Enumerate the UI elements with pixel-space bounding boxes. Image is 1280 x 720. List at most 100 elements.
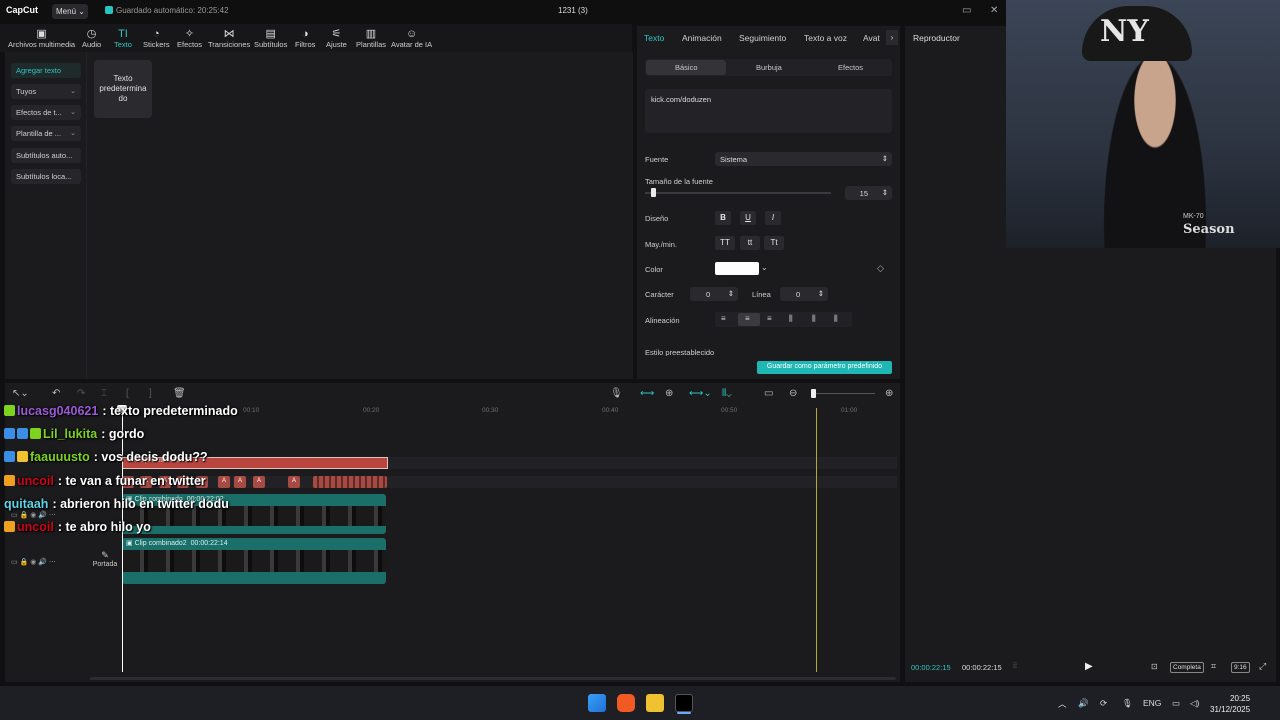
keyframe-icon[interactable]: ◇: [877, 263, 884, 274]
font-size-slider-thumb[interactable]: [651, 188, 656, 197]
file-explorer-icon[interactable]: [646, 694, 664, 712]
subtab-basic[interactable]: Básico: [675, 63, 698, 72]
network-icon[interactable]: ▭: [1172, 698, 1180, 709]
toolbar-ai-avatar[interactable]: ☺ Avatar de IA: [391, 28, 432, 49]
tab-text[interactable]: Texto: [644, 33, 664, 43]
zoom-out-icon[interactable]: ⊖: [789, 388, 797, 399]
italic-button[interactable]: I: [765, 211, 781, 225]
toolbar-subtitles[interactable]: ▤ Subtítulos: [254, 28, 287, 49]
play-icon[interactable]: ▶: [1085, 661, 1093, 672]
toolbar-audio[interactable]: ◷ Audio: [82, 28, 101, 49]
caption-icon[interactable]: ▭: [764, 388, 773, 399]
font-size-slider[interactable]: [645, 192, 831, 194]
sync-icon[interactable]: ⟳: [1100, 698, 1107, 709]
full-quality-button[interactable]: Completa: [1170, 662, 1204, 673]
undo-icon[interactable]: ↶: [52, 388, 60, 399]
crop-icon[interactable]: ⊡: [1151, 662, 1158, 671]
chevron-up-icon[interactable]: ︿: [1058, 698, 1067, 710]
layout-icon[interactable]: ▭: [962, 5, 971, 16]
menu-button[interactable]: Menú ⌄: [52, 4, 88, 19]
default-text-card[interactable]: Texto predetermina do: [94, 60, 152, 118]
nav-text-templates[interactable]: Plantilla de ... ⌄: [11, 126, 81, 141]
chevron-right-icon[interactable]: ›: [886, 30, 898, 45]
nav-text-effects[interactable]: Efectos de t... ⌄: [11, 105, 81, 120]
capcut-taskbar-icon[interactable]: [675, 694, 693, 712]
align-right-icon[interactable]: ≡: [767, 314, 772, 323]
bold-button[interactable]: B: [715, 211, 731, 225]
lowercase-button[interactable]: tt: [740, 236, 760, 250]
tab-avatar[interactable]: Avat: [863, 33, 880, 43]
tab-tracking[interactable]: Seguimiento: [739, 33, 786, 43]
snap-icon[interactable]: ⟷⌄: [689, 388, 712, 399]
vertical-align-bottom-icon[interactable]: ⫼: [834, 314, 838, 324]
vertical-align-top-icon[interactable]: ⫼: [789, 314, 793, 324]
nav-yours[interactable]: Tuyos ⌄: [11, 84, 81, 99]
subtab-effects[interactable]: Efectos: [838, 63, 863, 72]
split-icon[interactable]: ⌶: [101, 388, 107, 399]
cover-button[interactable]: ✎ Portada: [91, 550, 119, 576]
toolbar-templates[interactable]: ▥ Plantillas: [356, 28, 386, 49]
split-right-icon[interactable]: ]: [149, 388, 152, 399]
effect-clip[interactable]: A: [234, 476, 246, 488]
line-spacing-input[interactable]: 0 ⇕: [780, 287, 828, 301]
nav-local-captions[interactable]: Subtítulos loca...: [11, 169, 81, 184]
align-left-icon[interactable]: ≡: [721, 314, 726, 323]
font-size-input[interactable]: 15 ⇕: [845, 186, 892, 200]
titlecase-button[interactable]: Tt: [764, 236, 784, 250]
underline-button[interactable]: U: [740, 211, 756, 225]
zoom-in-icon[interactable]: ⊕: [885, 388, 893, 399]
link-icon[interactable]: ⟷: [640, 388, 654, 399]
select-tool-icon[interactable]: ↖⌄: [12, 388, 29, 399]
toolbar-transitions[interactable]: ⋈ Transiciones: [208, 28, 250, 49]
preview-axis-icon[interactable]: ⫴⌄: [722, 388, 732, 399]
tab-animation[interactable]: Animación: [682, 33, 722, 43]
effect-clip[interactable]: A: [253, 476, 265, 488]
delete-icon[interactable]: 🗑: [173, 388, 186, 399]
volume-icon[interactable]: 🔊: [1078, 698, 1089, 709]
redo-icon[interactable]: ↷: [77, 388, 85, 399]
subtab-bubble[interactable]: Burbuja: [756, 63, 782, 72]
effect-clip[interactable]: A: [218, 476, 230, 488]
text-content-input[interactable]: kick.com/doduzen: [645, 89, 892, 133]
scan-icon[interactable]: ⌗: [1211, 661, 1216, 672]
character-spacing-input[interactable]: 0 ⇕: [690, 287, 738, 301]
zoom-slider-thumb[interactable]: [811, 389, 816, 398]
effect-clip-strip[interactable]: [313, 476, 387, 488]
track-controls[interactable]: ▭ 🔒 ◉ 🔊 ⋯: [11, 511, 56, 519]
tab-text-to-speech[interactable]: Texto a voz: [804, 33, 847, 43]
chevron-down-icon[interactable]: ⌄: [761, 263, 768, 272]
playhead[interactable]: [122, 408, 123, 672]
video-clip-2[interactable]: ▣ Clip combinado2 00:00:22:14: [122, 538, 386, 584]
nav-add-text[interactable]: Agregar texto: [11, 63, 81, 78]
toolbar-filters[interactable]: ◑ Filtros: [295, 28, 315, 49]
uppercase-button[interactable]: TT: [715, 236, 735, 250]
toolbar-stickers[interactable]: ◔ Stickers: [143, 28, 170, 49]
language-indicator[interactable]: ENG: [1143, 698, 1161, 708]
microphone-tray-icon[interactable]: 🎙: [1122, 698, 1133, 709]
clock[interactable]: 20:25 31/12/2025: [1210, 693, 1250, 715]
color-swatch[interactable]: [715, 262, 759, 275]
split-left-icon[interactable]: [: [126, 388, 129, 399]
fullscreen-icon[interactable]: ⤢: [1259, 661, 1266, 672]
align-center-icon[interactable]: ≡: [745, 314, 750, 323]
magnet-icon[interactable]: ⊕: [665, 388, 673, 399]
frame-icon[interactable]: ⁞⁞: [1013, 663, 1017, 670]
speaker-icon[interactable]: ◁): [1190, 698, 1199, 709]
aspect-ratio-button[interactable]: 9:16: [1231, 662, 1250, 673]
main-track-controls[interactable]: ▭ 🔒 ◉ 🔊 ⋯: [11, 558, 56, 566]
close-icon[interactable]: ✕: [990, 5, 998, 16]
microphone-icon[interactable]: 🎙: [610, 388, 623, 399]
start-icon[interactable]: [588, 694, 606, 712]
nav-auto-captions[interactable]: Subtítulos auto...: [11, 148, 81, 163]
save-preset-button[interactable]: Guardar como parámetro predefinido: [757, 361, 892, 374]
toolbar-media[interactable]: ▣ Archivos multimedia: [8, 28, 75, 49]
brave-icon[interactable]: [617, 694, 635, 712]
vertical-align-center-icon[interactable]: ⫼: [812, 314, 816, 324]
effect-clip[interactable]: A: [288, 476, 300, 488]
toolbar-effects[interactable]: ✧ Efectos: [177, 28, 202, 49]
timeline-scrollbar[interactable]: [90, 677, 896, 680]
font-select[interactable]: Sistema ⇕: [715, 152, 892, 166]
toolbar-text[interactable]: TI Texto: [114, 28, 132, 49]
zoom-slider[interactable]: [812, 393, 875, 394]
toolbar-adjust[interactable]: ⚟ Ajuste: [326, 28, 347, 49]
